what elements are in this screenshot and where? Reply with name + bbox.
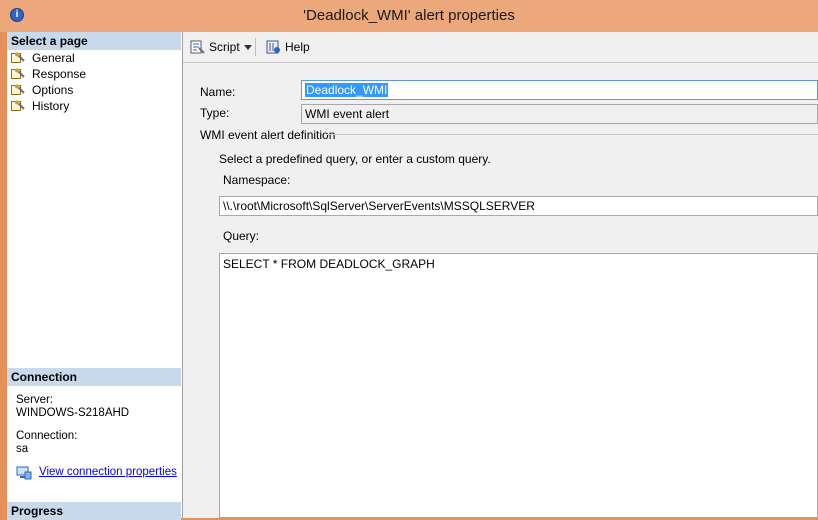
title-bar[interactable]: i 'Deadlock_WMI' alert properties bbox=[0, 0, 818, 32]
page-wrench-icon bbox=[11, 68, 25, 79]
page-wrench-icon bbox=[11, 84, 25, 95]
query-textarea[interactable]: SELECT * FROM DEADLOCK_GRAPH bbox=[219, 253, 818, 518]
dialog-window: Select a page General Response Options H… bbox=[7, 32, 818, 520]
connection-properties-icon[interactable] bbox=[16, 466, 32, 480]
namespace-input[interactable]: \\.\root\Microsoft\SqlServer\ServerEvent… bbox=[219, 196, 818, 216]
page-item-response[interactable]: Response bbox=[11, 66, 86, 82]
server-value: WINDOWS-S218AHD bbox=[16, 407, 130, 419]
page-item-label: Response bbox=[32, 67, 87, 81]
page-wrench-icon bbox=[11, 52, 25, 63]
page-item-label: History bbox=[32, 99, 70, 113]
toolbar-separator bbox=[255, 38, 256, 56]
help-button[interactable]: Help bbox=[263, 38, 310, 56]
connection-value: sa bbox=[16, 443, 29, 455]
left-pane: Select a page General Response Options H… bbox=[7, 32, 183, 520]
script-label: Script bbox=[209, 40, 240, 54]
window-title: 'Deadlock_WMI' alert properties bbox=[303, 7, 515, 24]
progress-header: Progress bbox=[7, 502, 181, 520]
script-icon bbox=[190, 40, 205, 54]
instruction-text: Select a predefined query, or enter a cu… bbox=[219, 152, 491, 166]
toolbar: Script Help bbox=[183, 32, 818, 63]
page-item-label: Options bbox=[32, 83, 74, 97]
help-label: Help bbox=[285, 40, 310, 54]
server-label: Server: bbox=[16, 394, 54, 406]
chevron-down-icon[interactable] bbox=[244, 45, 252, 50]
help-icon bbox=[266, 40, 280, 54]
right-pane: Script Help Name: Deadlock_WMI Type: WMI… bbox=[183, 32, 818, 518]
select-page-header: Select a page bbox=[7, 32, 181, 50]
group-title: WMI event alert definition bbox=[200, 128, 336, 142]
page-item-general[interactable]: General bbox=[11, 50, 75, 66]
view-connection-properties-link[interactable]: View connection properties bbox=[39, 466, 177, 478]
connection-header: Connection bbox=[7, 368, 181, 386]
query-label: Query: bbox=[223, 229, 260, 243]
type-label: Type: bbox=[200, 106, 230, 120]
name-input-value: Deadlock_WMI bbox=[305, 83, 389, 97]
page-item-options[interactable]: Options bbox=[11, 82, 73, 98]
namespace-label: Namespace: bbox=[223, 173, 291, 187]
type-select[interactable]: WMI event alert bbox=[301, 104, 818, 124]
page-item-label: General bbox=[32, 51, 75, 65]
name-input[interactable]: Deadlock_WMI bbox=[301, 80, 818, 100]
script-button[interactable]: Script bbox=[187, 38, 240, 56]
page-item-history[interactable]: History bbox=[11, 98, 69, 114]
group-divider bbox=[327, 134, 818, 135]
page-wrench-icon bbox=[11, 100, 25, 111]
name-label: Name: bbox=[200, 85, 236, 99]
connection-label: Connection: bbox=[16, 430, 78, 442]
